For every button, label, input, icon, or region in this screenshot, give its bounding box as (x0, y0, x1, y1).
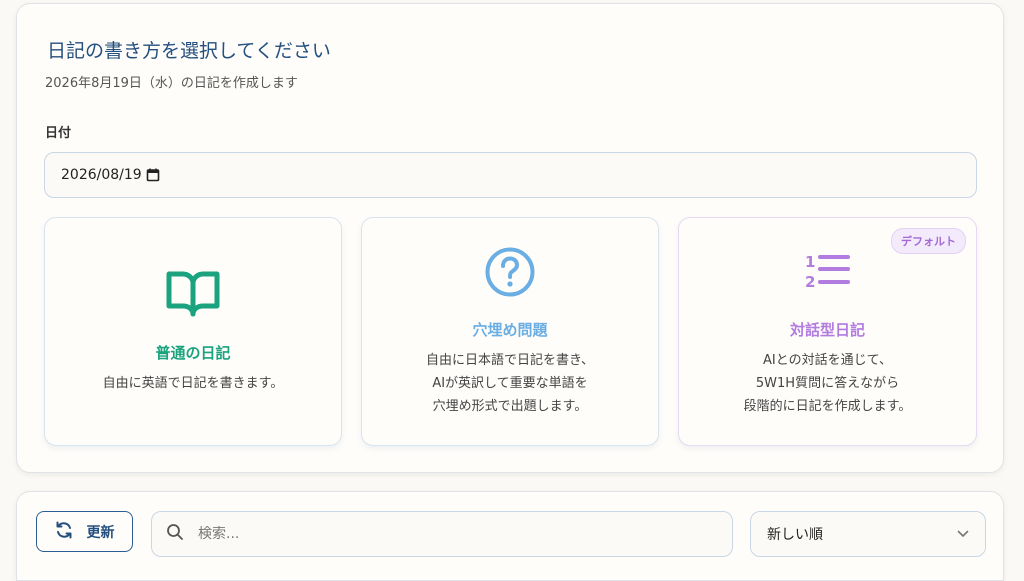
search-icon (166, 523, 184, 545)
date-label: 日付 (45, 126, 72, 141)
refresh-icon (55, 521, 73, 543)
open-book-icon (45, 268, 341, 318)
card-description: AIとの対話を通じて、 5W1H質問に答えながら 段階的に日記を作成します。 (743, 353, 912, 414)
sort-value: 新しい順 (767, 527, 823, 543)
page-subtitle: 2026年8月19日（水）の日記を作成します (45, 76, 298, 91)
svg-text:2: 2 (805, 273, 815, 291)
card-title: 普通の日記 (155, 344, 231, 362)
card-title: 穴埋め問題 (472, 321, 548, 339)
refresh-label: 更新 (86, 524, 115, 541)
chevron-down-icon (957, 526, 969, 542)
card-title: 対話型日記 (789, 321, 865, 339)
card-description: 自由に英語で日記を書きます。 (102, 376, 284, 391)
date-input[interactable]: 2026/08/19 (44, 152, 977, 198)
calendar-icon[interactable] (146, 168, 160, 182)
card-dialogue-diary[interactable]: デフォルト 1 2 対話型日記 AIとの対話を通じて、 5W1H質問に答えながら… (678, 217, 977, 446)
page-title: 日記の書き方を選択してください (47, 40, 331, 62)
card-normal-diary[interactable]: 普通の日記 自由に英語で日記を書きます。 (44, 217, 342, 446)
numbered-list-icon: 1 2 (679, 251, 976, 291)
search-input[interactable] (198, 526, 698, 542)
sort-select[interactable]: 新しい順 (750, 511, 986, 557)
diary-list-toolbar: 更新 新しい順 (16, 491, 1004, 581)
diary-type-panel: 日記の書き方を選択してください 2026年8月19日（水）の日記を作成します 日… (16, 3, 1004, 473)
date-value: 2026/08/19 (61, 167, 142, 183)
svg-text:1: 1 (805, 253, 815, 271)
refresh-button[interactable]: 更新 (36, 511, 133, 552)
card-fill-in-blank[interactable]: 穴埋め問題 自由に日本語で日記を書き、 AIが英訳して重要な単語を 穴埋め形式で… (361, 217, 659, 446)
card-description: 自由に日本語で日記を書き、 AIが英訳して重要な単語を 穴埋め形式で出題します。 (425, 353, 595, 414)
question-circle-icon (362, 246, 658, 298)
search-box[interactable] (151, 511, 733, 557)
